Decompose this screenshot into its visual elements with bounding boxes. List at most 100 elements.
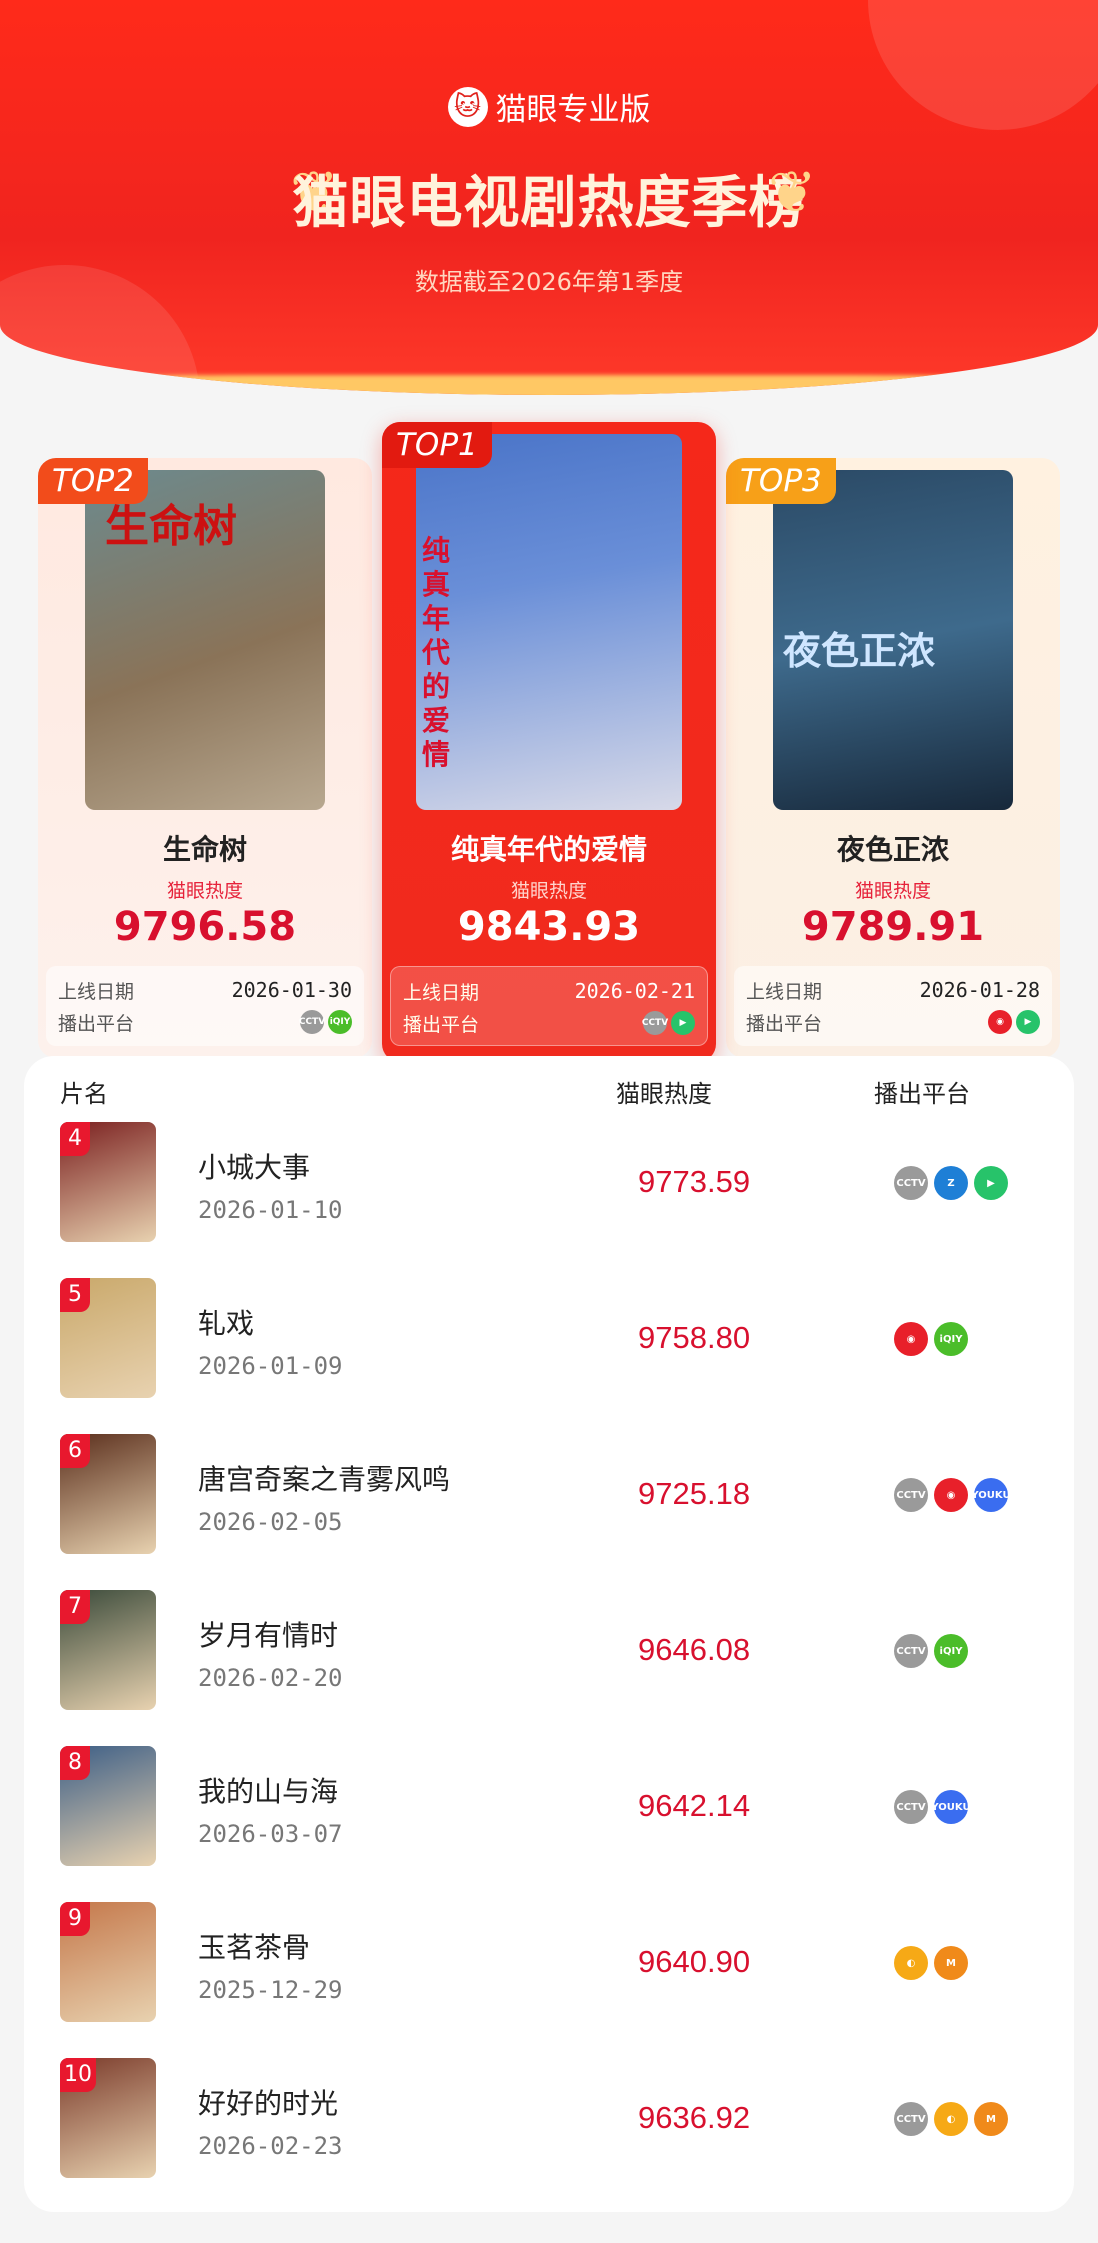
rank-badge: 5: [60, 1278, 90, 1312]
platform-icons: CCTV ◉ YOUKU: [894, 1478, 1011, 1512]
rank-badge: 10: [60, 2058, 96, 2092]
list-item[interactable]: 5 轧戏 2026-01-09 9758.80 ◉ iQIY: [60, 1278, 1040, 1398]
cctv-icon: CCTV: [894, 1634, 928, 1668]
brand: 🐱 猫眼专业版: [0, 84, 1098, 129]
rank-badge: 4: [60, 1122, 90, 1156]
maoyan-logo-icon: 🐱: [447, 86, 488, 127]
heat-label: 猫眼热度: [510, 880, 587, 902]
release-date: 2026-01-30: [231, 978, 352, 1002]
ranking-list: 片名 猫眼热度 播出平台 4 小城大事 2026-01-10 9773.59 C…: [24, 1056, 1074, 2212]
release-date-label: 上线日期: [58, 980, 135, 1003]
cctv-icon: CCTV: [299, 1010, 325, 1034]
info-box: 上线日期 2026-01-28 播出平台 ◉ ▶: [734, 966, 1052, 1046]
show-title: 岁月有情时: [198, 1619, 339, 1652]
page-subtitle: 数据截至2026年第1季度: [414, 268, 684, 296]
release-date: 2026-02-20: [198, 1664, 343, 1692]
cctv-icon: CCTV: [642, 1011, 668, 1035]
release-date: 2026-02-23: [198, 2132, 343, 2160]
list-item[interactable]: 9 玉茗茶骨 2025-12-29 9640.90 ◐ M: [60, 1902, 1040, 2022]
show-title: 我的山与海: [198, 1775, 339, 1808]
youku-icon: YOUKU: [971, 1478, 1011, 1512]
mango-tv-icon: M: [934, 1946, 968, 1980]
show-title: 小城大事: [198, 1151, 311, 1184]
col-platform-header: 播出平台: [874, 1080, 970, 1108]
release-date: 2026-02-05: [198, 1508, 343, 1536]
youku-icon: YOUKU: [931, 1790, 971, 1824]
heat-value: 9725.18: [638, 1476, 751, 1511]
list-item[interactable]: 7 岁月有情时 2026-02-20 9646.08 CCTV iQIY: [60, 1590, 1040, 1710]
list-item[interactable]: 10 好好的时光 2026-02-23 9636.92 CCTV ◐ M: [60, 2058, 1040, 2178]
show-title: 玉茗茶骨: [198, 1931, 311, 1964]
tencent-video-icon: ▶: [1016, 1010, 1040, 1034]
top-card-3[interactable]: 夜色正浓 TOP3 夜色正浓 猫眼热度 9789.91 上线日期 2026-01-…: [726, 458, 1060, 1058]
col-name-header: 片名: [60, 1080, 108, 1108]
release-date-label: 上线日期: [746, 980, 823, 1003]
top-card-2[interactable]: 生命树 TOP2 生命树 猫眼热度 9796.58 上线日期 2026-01-30…: [38, 458, 372, 1058]
tencent-video-icon: ▶: [671, 1011, 695, 1035]
mgtv-red-icon: ◉: [894, 1322, 928, 1356]
platform-icons: CCTV YOUKU: [894, 1790, 971, 1824]
platform-label: 播出平台: [403, 1013, 480, 1036]
brand-name: 猫眼专业版: [495, 92, 651, 128]
list-item[interactable]: 6 唐宫奇案之青雾风鸣 2026-02-05 9725.18 CCTV ◉ YOUK…: [60, 1434, 1040, 1554]
laurel-right-icon: ❦: [768, 158, 817, 226]
heat-value: 9640.90: [638, 1944, 751, 1979]
rank-badge: 9: [60, 1902, 90, 1936]
cctv-icon: CCTV: [894, 2102, 928, 2136]
heat-value: 9642.14: [638, 1788, 751, 1823]
release-date: 2025-12-29: [198, 1976, 343, 2004]
hunan-tv-icon: ◐: [934, 2102, 968, 2136]
release-date: 2026-01-28: [919, 978, 1040, 1002]
page: 🐱 猫眼专业版 ❦ 猫眼电视剧热度季榜 ❦ 数据截至2026年第1季度 生命树 …: [0, 0, 1098, 2243]
mgtv-red-icon: ◉: [988, 1010, 1012, 1034]
tencent-video-icon: ▶: [974, 1166, 1008, 1200]
heat-label: 猫眼热度: [166, 880, 243, 902]
rank-tag: TOP3: [726, 458, 836, 504]
info-box: 上线日期 2026-02-21 播出平台 CCTV ▶: [390, 966, 708, 1046]
heat-value: 9646.08: [638, 1632, 751, 1667]
release-date: 2026-03-07: [198, 1820, 343, 1848]
heat-value: 9758.80: [638, 1320, 751, 1355]
mgtv-red-icon: ◉: [934, 1478, 968, 1512]
platform-icons: CCTV ▶: [642, 1011, 695, 1035]
cctv-icon: CCTV: [894, 1166, 928, 1200]
header-banner: 🐱 猫眼专业版 ❦ 猫眼电视剧热度季榜 ❦ 数据截至2026年第1季度: [0, 0, 1098, 395]
platform-icons: ◉ ▶: [988, 1010, 1040, 1034]
poster-image: 夜色正浓: [773, 470, 1013, 810]
platform-icons: CCTV Z ▶: [894, 1166, 1008, 1200]
poster-image: 纯真年代的爱情: [416, 434, 682, 810]
release-date: 2026-01-09: [198, 1352, 343, 1380]
rank-badge: 7: [60, 1590, 90, 1624]
heat-value: 9843.93: [457, 904, 641, 950]
show-title: 轧戏: [198, 1307, 255, 1340]
heat-value: 9636.92: [638, 2100, 751, 2135]
list-item[interactable]: 8 我的山与海 2026-03-07 9642.14 CCTV YOUKU: [60, 1746, 1040, 1866]
platform-icons: ◉ iQIY: [894, 1322, 968, 1356]
poster-title: 夜色正浓: [783, 629, 936, 673]
platform-icons: CCTV iQIY: [299, 1010, 352, 1034]
top-card-1[interactable]: 纯真年代的爱情 TOP1 纯真年代的爱情 猫眼热度 9843.93 上线日期 20…: [382, 422, 716, 1062]
iqiyi-icon: iQIY: [328, 1010, 352, 1034]
info-box: 上线日期 2026-01-30 播出平台 CCTV iQIY: [46, 966, 364, 1046]
cctv-icon: CCTV: [894, 1790, 928, 1824]
platform-icons: CCTV ◐ M: [894, 2102, 1008, 2136]
zhejiang-tv-icon: Z: [934, 1166, 968, 1200]
iqiyi-icon: iQIY: [934, 1322, 968, 1356]
heat-value: 9773.59: [638, 1164, 751, 1199]
poster-image: 生命树: [85, 470, 325, 810]
page-title: 猫眼电视剧热度季榜: [292, 171, 806, 236]
release-date-label: 上线日期: [403, 981, 480, 1004]
mango-tv-icon: M: [974, 2102, 1008, 2136]
list-item[interactable]: 4 小城大事 2026-01-10 9773.59 CCTV Z ▶: [60, 1122, 1040, 1242]
hunan-tv-icon: ◐: [894, 1946, 928, 1980]
rank-badge: 6: [60, 1434, 90, 1468]
show-title: 纯真年代的爱情: [450, 833, 647, 866]
rank-tag: TOP2: [38, 458, 148, 504]
heat-value: 9796.58: [113, 904, 297, 950]
show-title: 好好的时光: [198, 2087, 339, 2120]
platform-icons: CCTV iQIY: [894, 1634, 968, 1668]
rank-tag: TOP1: [382, 422, 492, 468]
platform-label: 播出平台: [746, 1012, 823, 1035]
iqiyi-icon: iQIY: [934, 1634, 968, 1668]
col-heat-header: 猫眼热度: [616, 1080, 712, 1108]
